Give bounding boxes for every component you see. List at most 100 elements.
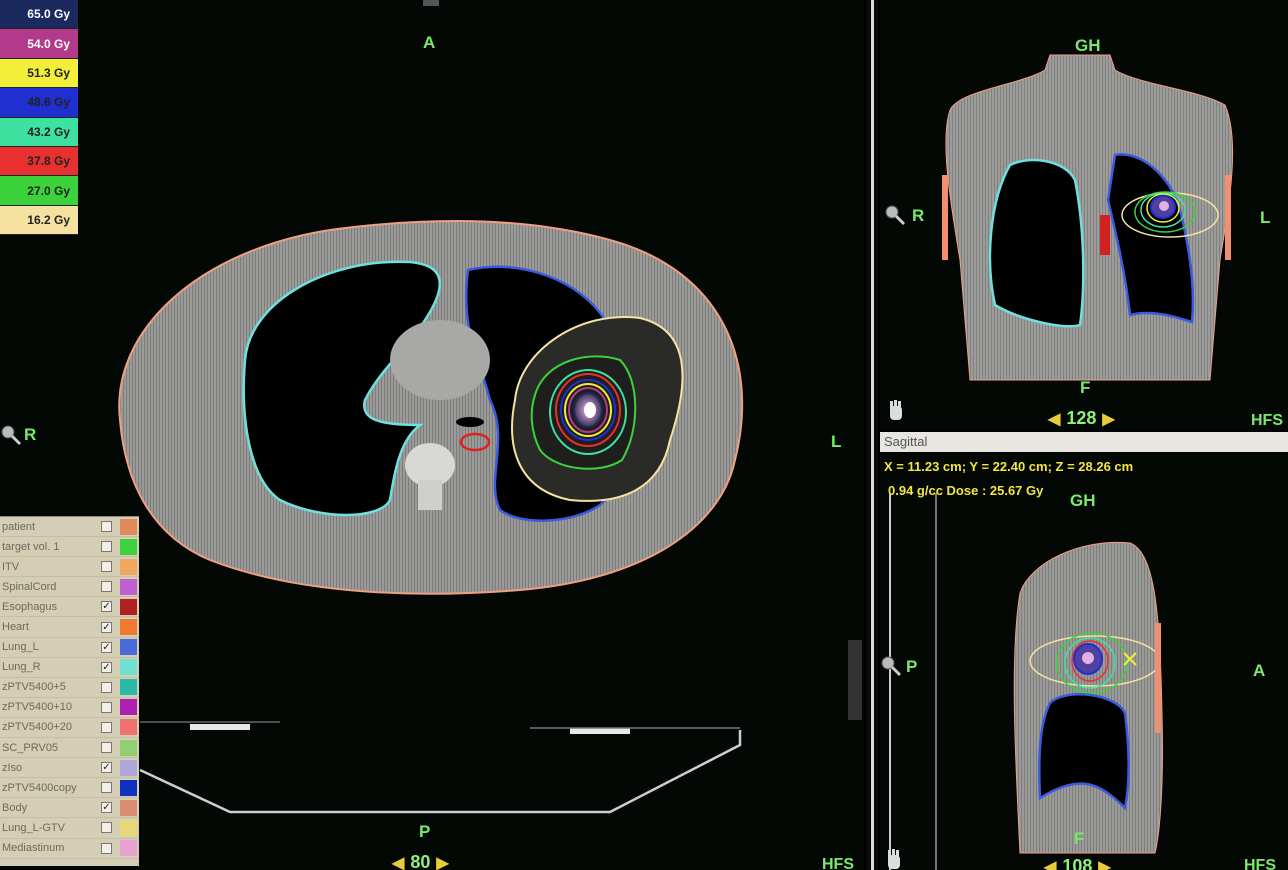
structure-visibility-checkbox[interactable]: ✓ (101, 601, 112, 613)
structure-visibility-checkbox[interactable] (101, 742, 112, 754)
structure-visibility-checkbox[interactable]: ✓ (101, 762, 112, 774)
sagittal-view[interactable]: X = 11.23 cm; Y = 22.40 cm; Z = 28.26 cm… (880, 453, 1288, 870)
structure-color-swatch[interactable] (120, 538, 137, 555)
sagittal-ct-image (889, 493, 1164, 870)
structure-row[interactable]: zIso ✓ (0, 758, 139, 779)
structure-row[interactable]: patient (0, 517, 139, 538)
axial-slice-number: 80 (410, 852, 431, 870)
structure-row[interactable]: Mediastinum (0, 839, 139, 859)
coronal-slice-number: 128 (1066, 408, 1097, 428)
structure-color-swatch[interactable] (120, 840, 137, 857)
structure-name: zPTV5400copy (2, 781, 77, 794)
structure-visibility-checkbox[interactable] (101, 701, 112, 713)
structure-visibility-checkbox[interactable] (101, 721, 112, 733)
sagittal-slice-selector[interactable]: ◀ 108 ▶ (1044, 856, 1111, 870)
structure-visibility-checkbox[interactable] (101, 822, 112, 834)
axial-window-slider[interactable] (848, 640, 862, 720)
coronal-zoom-icon[interactable] (884, 204, 906, 226)
structure-row[interactable]: zPTV5400+5 (0, 678, 139, 698)
dose-legend-item: 51.3 Gy (0, 58, 78, 89)
structure-visibility-checkbox[interactable] (101, 581, 112, 593)
structure-visibility-checkbox[interactable] (101, 541, 112, 553)
dose-legend-item: 27.0 Gy (0, 176, 78, 206)
dose-level-label: 27.0 Gy (27, 183, 70, 198)
structure-color-swatch[interactable] (120, 799, 137, 816)
structure-color-swatch[interactable] (120, 659, 137, 676)
structure-row[interactable]: Lung_L-GTV (0, 818, 139, 839)
structure-list[interactable]: patient target vol. 1 ITV SpinalCord Esophag… (0, 516, 139, 866)
structure-visibility-checkbox[interactable]: ✓ (101, 621, 112, 633)
slice-next-icon[interactable]: ▶ (1102, 409, 1114, 429)
structure-name: Lung_L-GTV (2, 821, 65, 834)
structure-row[interactable]: ITV (0, 557, 139, 578)
slice-next-icon[interactable]: ▶ (1098, 857, 1110, 870)
structure-color-swatch[interactable] (120, 558, 137, 575)
structure-color-swatch[interactable] (120, 639, 137, 656)
sagittal-tab[interactable]: Sagittal (880, 432, 1288, 452)
structure-name: Mediastinum (2, 842, 65, 855)
structure-visibility-checkbox[interactable]: ✓ (101, 641, 112, 653)
structure-color-swatch[interactable] (120, 719, 137, 736)
dose-legend-item: 43.2 Gy (0, 117, 78, 147)
structure-visibility-checkbox[interactable] (101, 681, 112, 693)
pan-hand-icon[interactable] (886, 400, 906, 422)
dose-level-label: 65.0 Gy (27, 7, 70, 22)
structure-visibility-checkbox[interactable] (101, 782, 112, 794)
structure-color-swatch[interactable] (120, 679, 137, 696)
structure-row[interactable]: Lung_L ✓ (0, 638, 139, 658)
structure-row[interactable]: Body ✓ (0, 798, 139, 819)
coronal-view[interactable]: GH F R L ◀ 128 ▶ HFS (880, 0, 1288, 430)
structure-row[interactable]: target vol. 1 (0, 537, 139, 558)
slice-prev-icon[interactable]: ◀ (392, 853, 404, 870)
structure-color-swatch[interactable] (120, 759, 137, 776)
structure-row[interactable]: zPTV5400+20 (0, 718, 139, 739)
structure-visibility-checkbox[interactable] (101, 842, 112, 854)
structure-color-swatch[interactable] (120, 518, 137, 535)
structure-row[interactable]: SpinalCord (0, 577, 139, 598)
slice-prev-icon[interactable]: ◀ (1048, 409, 1060, 429)
structure-row[interactable]: SC_PRV05 (0, 738, 139, 759)
structure-visibility-checkbox[interactable] (101, 561, 112, 573)
sagittal-pan-hand-icon[interactable] (884, 849, 904, 870)
structure-visibility-checkbox[interactable]: ✓ (101, 802, 112, 814)
dose-legend-item: 48.6 Gy (0, 88, 78, 118)
sagittal-top-label: GH (1070, 491, 1096, 510)
sagittal-anterior-label: A (1253, 661, 1266, 680)
axial-slice-selector[interactable]: ◀ 80 ▶ (392, 852, 449, 870)
coronal-orientation: HFS (1251, 412, 1283, 429)
dose-level-label: 16.2 Gy (27, 212, 70, 227)
dose-legend-item: 54.0 Gy (0, 29, 78, 59)
slice-next-icon[interactable]: ▶ (436, 853, 448, 870)
density-dose-readout: 0.94 g/cc Dose : 25.67 Gy (888, 483, 1044, 498)
structure-color-swatch[interactable] (120, 699, 137, 716)
dose-legend-item: 37.8 Gy (0, 146, 78, 177)
structure-row[interactable]: Lung_R ✓ (0, 658, 139, 678)
structure-name: Lung_R (2, 661, 41, 674)
sagittal-zoom-icon[interactable] (880, 655, 902, 677)
structure-color-swatch[interactable] (120, 819, 137, 836)
structure-color-swatch[interactable] (120, 598, 137, 615)
structure-name: patient (2, 520, 36, 533)
structure-color-swatch[interactable] (120, 739, 137, 756)
coronal-slice-selector[interactable]: ◀ 128 ▶ (1048, 408, 1115, 429)
coronal-top-label: GH (1075, 36, 1101, 55)
structure-name: SpinalCord (2, 580, 57, 593)
structure-row[interactable]: zPTV5400+10 (0, 698, 139, 718)
structure-color-swatch[interactable] (120, 779, 137, 796)
structure-color-swatch[interactable] (120, 578, 137, 595)
structure-name: zPTV5400+20 (2, 721, 73, 734)
dose-level-label: 54.0 Gy (27, 36, 70, 51)
structure-visibility-checkbox[interactable] (101, 521, 112, 533)
slice-prev-icon[interactable]: ◀ (1044, 857, 1056, 870)
structure-name: Esophagus (2, 600, 58, 613)
structure-visibility-checkbox[interactable]: ✓ (101, 661, 112, 673)
structure-color-swatch[interactable] (120, 619, 137, 636)
coronal-left-label: L (1260, 208, 1271, 227)
zoom-icon[interactable] (0, 424, 22, 446)
structure-row[interactable]: zPTV5400copy (0, 778, 139, 799)
structure-row[interactable]: Heart ✓ (0, 617, 139, 638)
axial-top-handle[interactable] (423, 0, 439, 6)
dose-legend-item: 16.2 Gy (0, 205, 78, 236)
structure-row[interactable]: Esophagus ✓ (0, 597, 139, 618)
sagittal-slice-number: 108 (1062, 856, 1093, 870)
